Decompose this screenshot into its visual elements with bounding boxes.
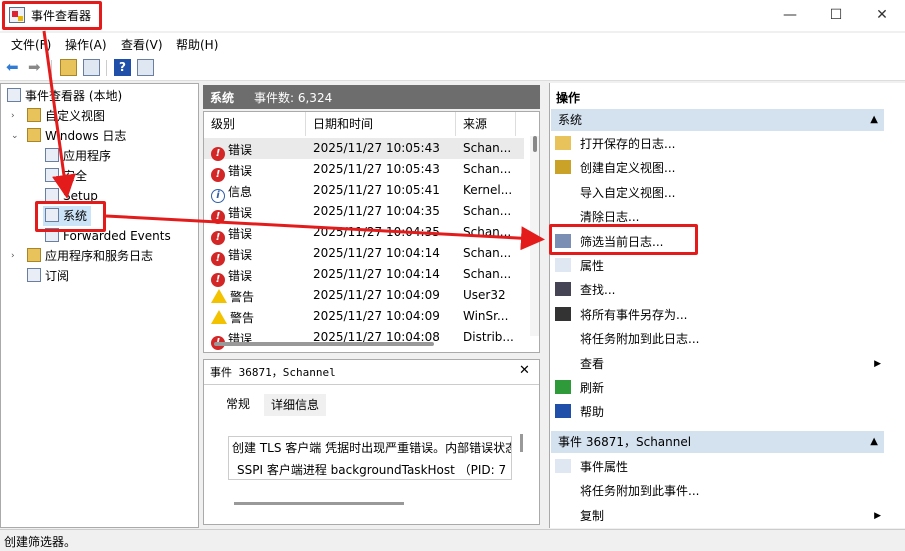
arrow-to-system bbox=[42, 30, 76, 199]
annotation-arrows bbox=[42, 30, 545, 251]
arrow-to-filter bbox=[105, 214, 545, 251]
